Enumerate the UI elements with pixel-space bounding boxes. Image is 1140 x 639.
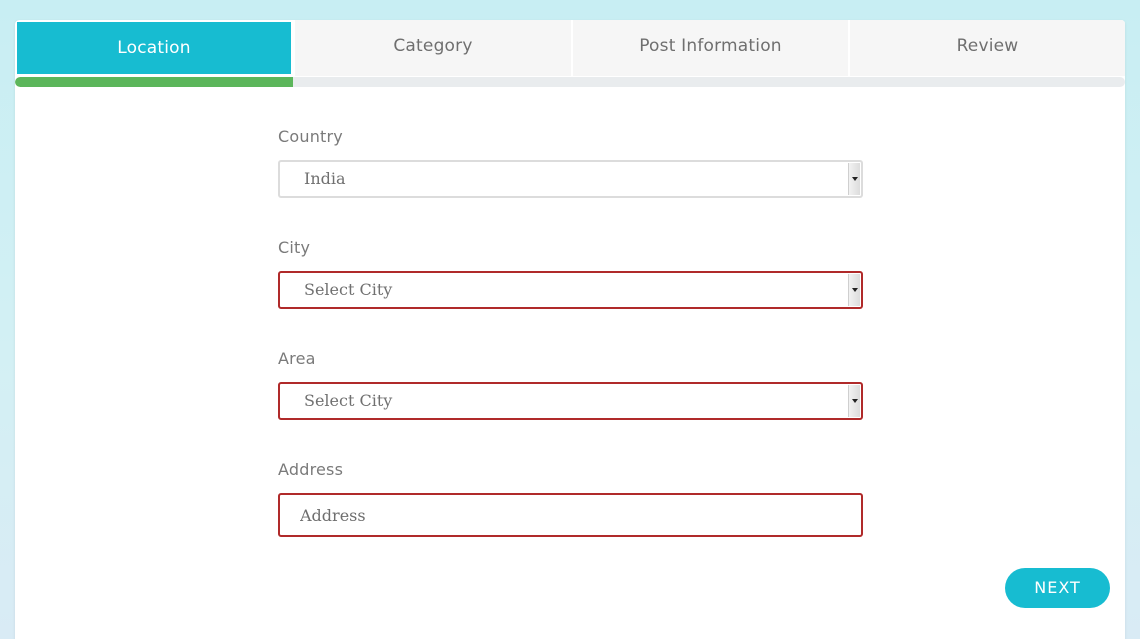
post-ad-wizard-card: Location Category Post Information Revie…: [15, 20, 1125, 639]
dropdown-arrow-icon: [848, 163, 860, 195]
dropdown-arrow-icon: [848, 274, 860, 306]
country-select-value: India: [304, 169, 346, 188]
area-select-value: Select City: [304, 391, 393, 410]
tab-location[interactable]: Location: [15, 20, 293, 76]
location-form: Country India City Select City Area Sele…: [278, 126, 863, 537]
country-label: Country: [278, 127, 343, 146]
progress-bar: [15, 77, 1125, 87]
tab-category[interactable]: Category: [293, 20, 571, 76]
area-select[interactable]: Select City: [278, 382, 863, 420]
area-label: Area: [278, 349, 316, 368]
next-button[interactable]: NEXT: [1005, 568, 1110, 608]
wizard-tabs: Location Category Post Information Revie…: [15, 20, 1125, 76]
city-select[interactable]: Select City: [278, 271, 863, 309]
address-input[interactable]: [278, 493, 863, 537]
tab-review[interactable]: Review: [848, 20, 1125, 76]
address-label: Address: [278, 460, 344, 479]
country-select[interactable]: India: [278, 160, 863, 198]
progress-bar-fill: [15, 77, 293, 87]
dropdown-arrow-icon: [848, 385, 860, 417]
city-label: City: [278, 238, 311, 257]
tab-post-information[interactable]: Post Information: [571, 20, 848, 76]
city-select-value: Select City: [304, 280, 393, 299]
